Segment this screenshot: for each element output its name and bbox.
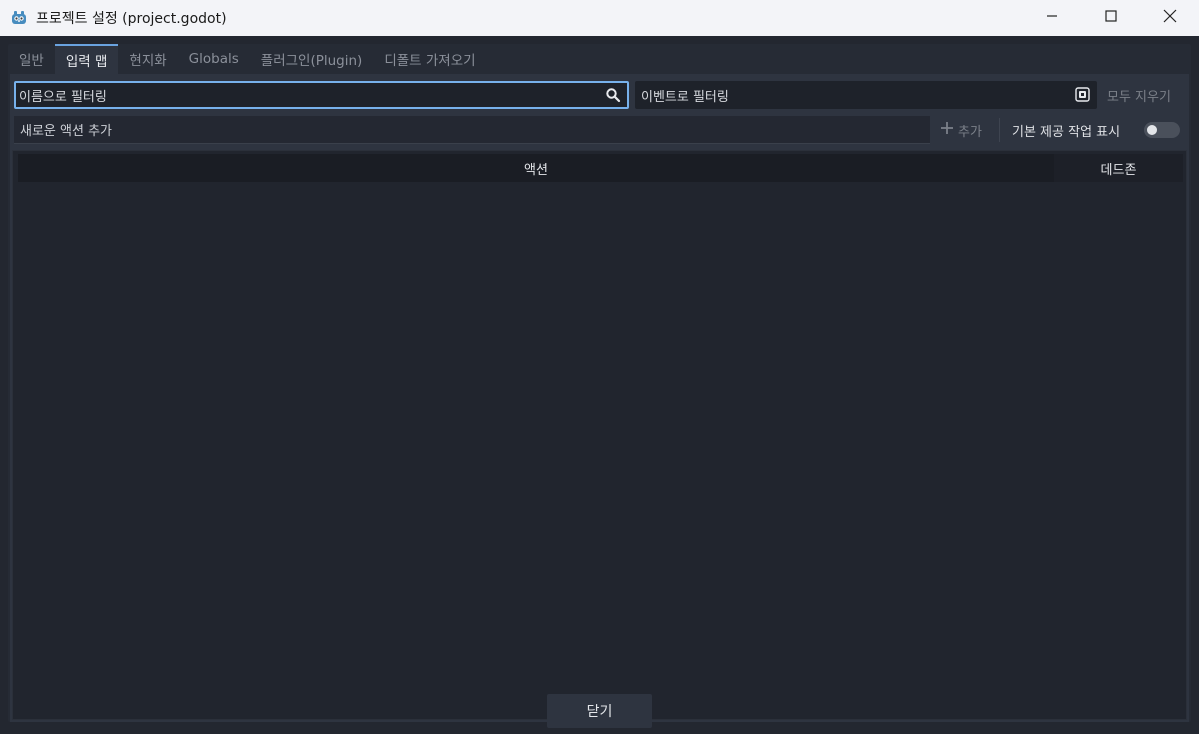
window-controls bbox=[1022, 0, 1199, 36]
keyboard-event-icon[interactable] bbox=[1075, 87, 1090, 106]
tab-localization[interactable]: 현지화 bbox=[118, 44, 177, 74]
close-window-button[interactable] bbox=[1140, 0, 1199, 36]
input-map-content: 이름으로 필터링 이벤트로 필터링 모두 지우기 새로운 액션 추가 추가 기본… bbox=[10, 74, 1189, 722]
settings-panel: 일반 입력 맵 현지화 Globals 플러그인(Plugin) 디폴트 가져오… bbox=[8, 44, 1191, 722]
action-tree[interactable]: 액션 데드존 bbox=[12, 150, 1187, 720]
clear-all-button[interactable]: 모두 지우기 bbox=[1107, 81, 1171, 109]
tab-input-map[interactable]: 입력 맵 bbox=[54, 44, 119, 74]
tab-globals[interactable]: Globals bbox=[178, 44, 250, 74]
tree-header: 액션 데드존 bbox=[18, 154, 1183, 182]
tab-plugins[interactable]: 플러그인(Plugin) bbox=[250, 44, 374, 74]
tab-general[interactable]: 일반 bbox=[8, 44, 55, 74]
search-icon bbox=[605, 87, 621, 107]
tab-bar: 일반 입력 맵 현지화 Globals 플러그인(Plugin) 디폴트 가져오… bbox=[8, 44, 487, 74]
close-button[interactable]: 닫기 bbox=[547, 694, 652, 728]
minimize-icon bbox=[1046, 10, 1058, 26]
column-header-deadzone: 데드존 bbox=[1054, 154, 1183, 182]
tab-import-defaults[interactable]: 디폴트 가져오기 bbox=[373, 44, 486, 74]
filter-by-event-text: 이벤트로 필터링 bbox=[641, 89, 729, 105]
filter-by-name-input[interactable]: 이름으로 필터링 bbox=[14, 81, 629, 109]
column-header-action: 액션 bbox=[524, 162, 548, 178]
project-settings-dialog: 일반 입력 맵 현지화 Globals 플러그인(Plugin) 디폴트 가져오… bbox=[0, 36, 1199, 734]
close-icon bbox=[1163, 9, 1177, 27]
maximize-icon bbox=[1104, 10, 1117, 26]
toggle-knob bbox=[1147, 125, 1157, 135]
filter-by-event-input[interactable]: 이벤트로 필터링 bbox=[635, 81, 1097, 109]
title-bar: 프로젝트 설정 (project.godot) bbox=[0, 0, 1199, 36]
add-action-button[interactable]: 추가 bbox=[940, 116, 982, 144]
new-action-text: 새로운 액션 추가 bbox=[20, 124, 112, 139]
godot-icon bbox=[10, 9, 28, 27]
minimize-button[interactable] bbox=[1022, 0, 1081, 36]
toolbar-separator bbox=[999, 118, 1000, 142]
show-builtin-toggle[interactable] bbox=[1144, 122, 1180, 138]
new-action-input[interactable]: 새로운 액션 추가 bbox=[14, 116, 930, 144]
maximize-button[interactable] bbox=[1081, 0, 1140, 36]
filter-by-name-text: 이름으로 필터링 bbox=[19, 89, 107, 105]
add-action-label: 추가 bbox=[958, 124, 982, 140]
show-builtin-label: 기본 제공 작업 표시 bbox=[1012, 124, 1121, 140]
plus-icon bbox=[940, 121, 954, 139]
window-title: 프로젝트 설정 (project.godot) bbox=[36, 11, 227, 27]
